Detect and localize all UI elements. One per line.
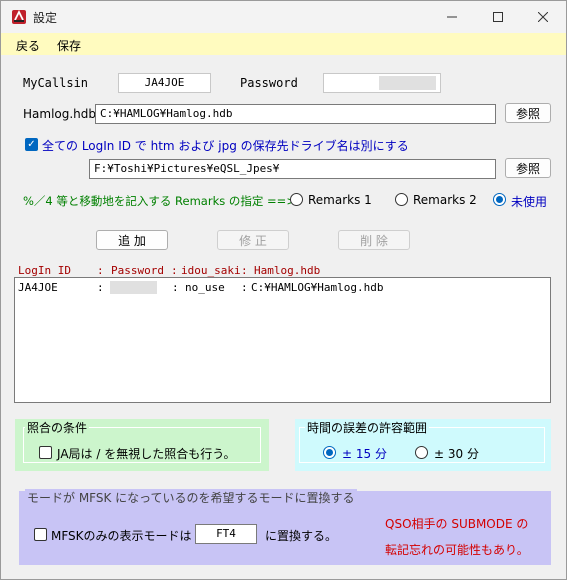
match-checkbox[interactable] [39, 446, 52, 459]
password-mask [379, 76, 436, 90]
title-bar: 設定 [1, 1, 566, 33]
row-sep-1: : [97, 281, 104, 294]
app-icon [12, 9, 26, 24]
mfsk-suffix-label: に置換する。 [265, 529, 338, 543]
time-15-radio[interactable] [323, 446, 336, 459]
login-list[interactable]: JA4JOE : : no_use : C:¥HAMLOG¥Hamlog.hdb [14, 277, 551, 403]
header-idou-saki: idou_saki [181, 264, 241, 277]
callsign-label: MyCallsin [23, 76, 89, 90]
unused-label: 未使用 [511, 195, 548, 209]
time-15-label: ± 15 分 [342, 447, 387, 461]
row-password-mask [110, 281, 157, 294]
row-login-id: JA4JOE [18, 281, 58, 294]
row-sep-2: : [172, 281, 179, 294]
match-checkbox-label: JA局は / を無視した照合も行う。 [57, 447, 236, 461]
menu-bar: 戻る 保存 [1, 33, 566, 55]
header-sep-1: : [97, 264, 104, 277]
remarks1-radio[interactable] [290, 193, 303, 206]
menu-back[interactable]: 戻る [16, 37, 40, 54]
header-hamlog: Hamlog.hdb [254, 264, 321, 277]
row-sep-3: : [241, 281, 248, 294]
row-hamlog: C:¥HAMLOG¥Hamlog.hdb [251, 281, 384, 294]
time-group: 時間の誤差の許容範囲 ± 15 分 ± 30 分 [295, 419, 551, 471]
password-field[interactable] [323, 73, 441, 93]
close-button[interactable] [520, 1, 566, 33]
remarks-label: %／4 等と移動地を記入する Remarks の指定 ==> [23, 194, 296, 208]
mfsk-checkbox-label: MFSKのみの表示モードは [51, 529, 192, 543]
unused-radio[interactable] [493, 193, 506, 206]
mfsk-note-2: 転記忘れの可能性もあり。 [385, 543, 529, 557]
hamlog-path-field[interactable]: C:¥HAMLOG¥Hamlog.hdb [95, 104, 496, 124]
add-button[interactable]: 追 加 [96, 230, 168, 250]
header-sep-2: : [171, 264, 178, 277]
mfsk-group-title: モードが MFSK になっているのを希望するモードに置換する [25, 489, 357, 506]
callsign-field[interactable]: JA4JOE [118, 73, 211, 93]
jpg-browse-button[interactable]: 参照 [505, 158, 551, 178]
time-30-radio[interactable] [415, 446, 428, 459]
mfsk-mode-field[interactable]: FT4 [195, 524, 257, 544]
separate-drive-label: 全ての LogIn ID で htm および jpg の保存先ドライブ名は別にす… [42, 139, 409, 153]
header-sep-3: : [241, 264, 248, 277]
settings-window: 設定 戻る 保存 MyCallsin JA4JOE Password Hamlo… [0, 0, 567, 580]
close-icon [538, 12, 548, 22]
password-label: Password [240, 76, 298, 90]
window-title: 設定 [33, 11, 58, 25]
remarks2-label: Remarks 2 [413, 193, 477, 207]
hamlog-browse-button[interactable]: 参照 [505, 103, 551, 123]
mfsk-group: モードが MFSK になっているのを希望するモードに置換する MFSKのみの表示… [19, 489, 551, 565]
mfsk-note-1: QSO相手の SUBMODE の [385, 517, 529, 531]
row-idou-saki: no_use [185, 281, 225, 294]
maximize-button[interactable] [475, 1, 521, 33]
delete-button[interactable]: 削 除 [338, 230, 410, 250]
header-password: Password [111, 264, 164, 277]
jpg-path-field[interactable]: F:¥Toshi¥Pictures¥eQSL_Jpes¥ [89, 159, 496, 179]
hamlog-label: Hamlog.hdb [23, 107, 97, 121]
match-group-title: 照合の条件 [25, 419, 90, 436]
maximize-icon [493, 12, 503, 22]
time-group-title: 時間の誤差の許容範囲 [305, 419, 430, 436]
minimize-button[interactable] [429, 1, 475, 33]
remarks1-label: Remarks 1 [308, 193, 372, 207]
match-group: 照合の条件 JA局は / を無視した照合も行う。 [15, 419, 269, 471]
time-30-label: ± 30 分 [434, 447, 479, 461]
mfsk-checkbox[interactable] [34, 528, 47, 541]
remarks2-radio[interactable] [395, 193, 408, 206]
minimize-icon [447, 16, 457, 18]
menu-save[interactable]: 保存 [57, 37, 81, 54]
header-login-id: LogIn ID [18, 264, 71, 277]
edit-button[interactable]: 修 正 [217, 230, 289, 250]
separate-drive-checkbox[interactable]: ✓ [25, 138, 38, 151]
